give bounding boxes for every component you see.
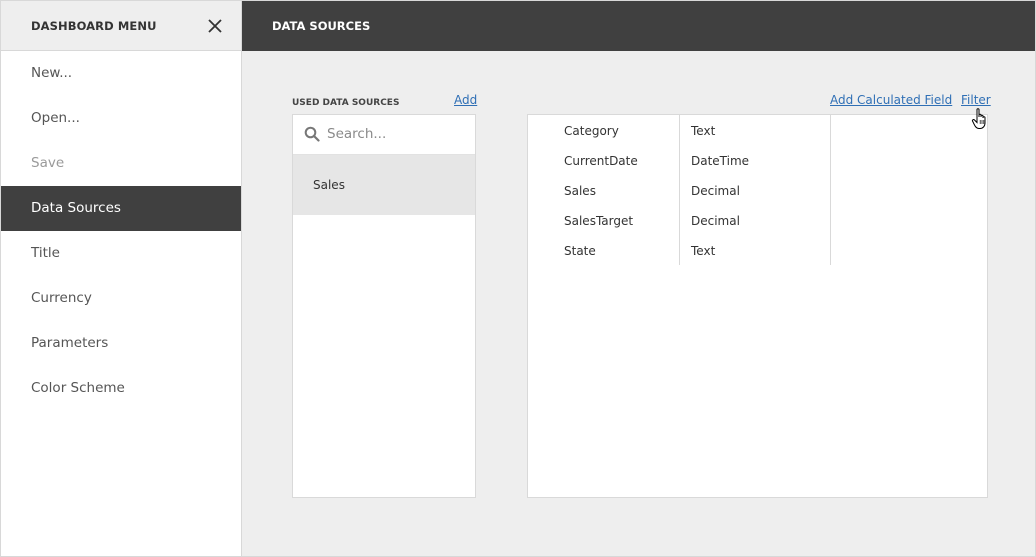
menu-item-data-sources[interactable]: Data Sources xyxy=(1,186,241,231)
field-type-column: Text DateTime Decimal Decimal Text xyxy=(680,115,831,265)
fields-list: Category CurrentDate Sales SalesTarget S… xyxy=(527,114,988,498)
add-calculated-field-link[interactable]: Add Calculated Field xyxy=(830,93,952,107)
data-sources-list: Sales xyxy=(292,114,476,498)
menu-item-open[interactable]: Open... xyxy=(1,96,241,141)
sidebar-title: DASHBOARD MENU xyxy=(31,19,157,33)
main-header: DATA SOURCES xyxy=(242,1,1035,51)
field-name[interactable]: Sales xyxy=(528,175,679,205)
add-data-source-link[interactable]: Add xyxy=(454,93,477,107)
search-box xyxy=(293,115,475,155)
menu-item-save[interactable]: Save xyxy=(1,141,241,186)
search-icon xyxy=(304,126,320,142)
sidebar-header: DASHBOARD MENU xyxy=(1,1,241,51)
menu-item-new[interactable]: New... xyxy=(1,51,241,96)
app-window: DASHBOARD MENU New... Open... Save Data … xyxy=(0,0,1036,557)
field-name[interactable]: SalesTarget xyxy=(528,205,679,235)
menu-item-title[interactable]: Title xyxy=(1,231,241,276)
used-data-sources-label: USED DATA SOURCES xyxy=(292,98,400,108)
dashboard-menu-sidebar: DASHBOARD MENU New... Open... Save Data … xyxy=(1,1,242,556)
menu-item-parameters[interactable]: Parameters xyxy=(1,321,241,366)
field-type: Text xyxy=(691,244,716,258)
menu-item-currency[interactable]: Currency xyxy=(1,276,241,321)
filter-link[interactable]: Filter xyxy=(961,93,991,107)
menu-item-color-scheme[interactable]: Color Scheme xyxy=(1,366,241,411)
field-name-column: Category CurrentDate Sales SalesTarget S… xyxy=(528,115,680,265)
field-name[interactable]: CurrentDate xyxy=(528,145,679,175)
close-icon xyxy=(208,19,222,33)
close-button[interactable] xyxy=(206,17,224,35)
field-name[interactable]: State xyxy=(528,235,679,265)
field-name[interactable]: Category xyxy=(528,115,679,145)
search-input[interactable] xyxy=(327,123,467,145)
data-source-item-sales[interactable]: Sales xyxy=(293,155,475,215)
field-type: DateTime xyxy=(691,154,750,168)
field-type: Decimal xyxy=(691,214,740,228)
field-type: Text xyxy=(691,124,716,138)
page-title: DATA SOURCES xyxy=(272,19,371,33)
field-type: Decimal xyxy=(691,184,740,198)
